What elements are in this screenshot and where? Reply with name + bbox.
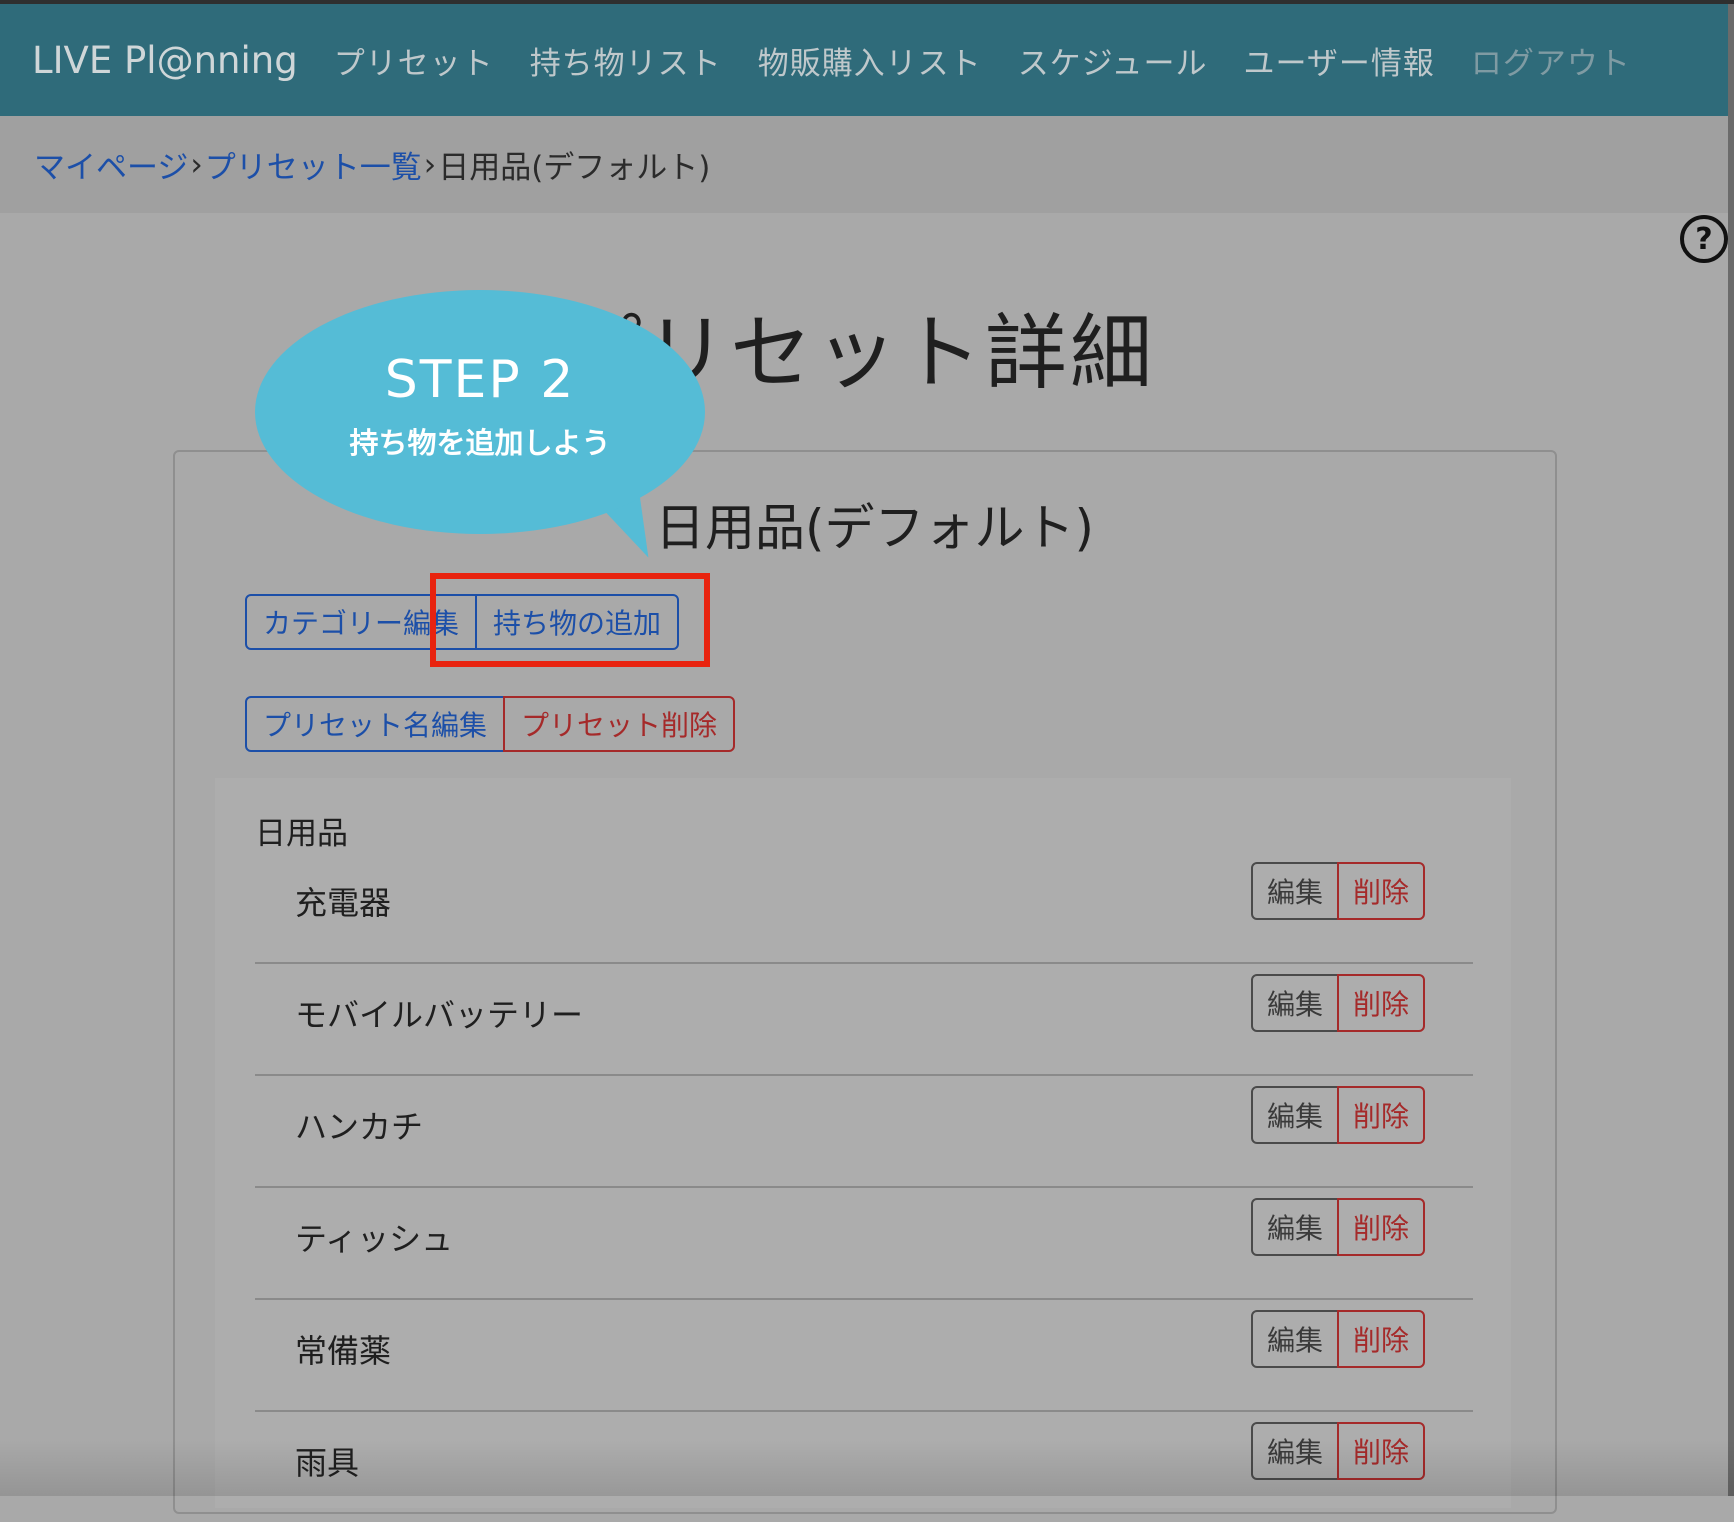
breadcrumb-separator: › — [423, 146, 437, 183]
breadcrumb-separator: › — [190, 146, 203, 183]
breadcrumb-current: 日用品(デフォルト) — [438, 150, 711, 186]
list-item: ハンカチ 編集 削除 — [255, 1074, 1473, 1188]
bottom-fade — [0, 1440, 1734, 1496]
question-circle-icon[interactable]: ? — [1680, 215, 1728, 263]
delete-item-button[interactable]: 削除 — [1337, 862, 1425, 920]
delete-preset-button[interactable]: プリセット削除 — [503, 696, 736, 752]
nav-item-schedule[interactable]: スケジュール — [1018, 38, 1208, 83]
breadcrumb: マイページ › プリセット一覧 › 日用品(デフォルト) — [0, 116, 1728, 213]
nav-item-user-info[interactable]: ユーザー情報 — [1244, 38, 1435, 83]
window-right-edge — [1728, 4, 1734, 1496]
list-item: モバイルバッテリー 編集 削除 — [255, 962, 1473, 1076]
item-name: 常備薬 — [295, 1332, 392, 1370]
item-actions: 編集 削除 — [1251, 1310, 1425, 1368]
item-name: モバイルバッテリー — [295, 996, 584, 1034]
navbar: LIVE Pl@nning プリセット 持ち物リスト 物販購入リスト スケジュー… — [0, 4, 1728, 116]
item-name: ハンカチ — [295, 1108, 424, 1146]
nav-item-preset[interactable]: プリセット — [334, 38, 494, 83]
item-actions: 編集 削除 — [1251, 974, 1425, 1032]
speech-bubble-body: STEP 2 持ち物を追加しよう — [255, 290, 705, 534]
edit-item-button[interactable]: 編集 — [1251, 974, 1339, 1032]
breadcrumb-preset-list-link[interactable]: プリセット一覧 — [205, 142, 422, 187]
preset-name-heading: 日用品(デフォルト) — [655, 499, 1095, 557]
nav-item-merch-list[interactable]: 物販購入リスト — [758, 38, 982, 83]
delete-item-button[interactable]: 削除 — [1337, 1086, 1425, 1144]
breadcrumb-mypage-link[interactable]: マイページ — [34, 142, 188, 187]
tutorial-step-label: STEP 2 — [384, 350, 576, 410]
delete-item-button[interactable]: 削除 — [1337, 1198, 1425, 1256]
delete-item-button[interactable]: 削除 — [1337, 1310, 1425, 1368]
rename-preset-button[interactable]: プリセット名編集 — [245, 696, 506, 752]
nav-item-logout[interactable]: ログアウト — [1471, 38, 1631, 83]
tutorial-message: 持ち物を追加しよう — [349, 426, 611, 460]
edit-item-button[interactable]: 編集 — [1251, 1198, 1339, 1256]
list-item: 充電器 編集 削除 — [255, 850, 1473, 964]
category-panel: 日用品 充電器 編集 削除 モバイルバッテリー 編集 削除 ハンカチ 編集 削除… — [215, 778, 1511, 1508]
edit-item-button[interactable]: 編集 — [1251, 1310, 1339, 1368]
list-item: ティッシュ 編集 削除 — [255, 1186, 1473, 1300]
item-actions: 編集 削除 — [1251, 1086, 1425, 1144]
edit-item-button[interactable]: 編集 — [1251, 862, 1339, 920]
list-item: 常備薬 編集 削除 — [255, 1298, 1473, 1412]
nav-menu: プリセット 持ち物リスト 物販購入リスト スケジュール ユーザー情報 ログアウト — [334, 38, 1667, 83]
edit-item-button[interactable]: 編集 — [1251, 1086, 1339, 1144]
tutorial-highlight-box — [430, 573, 710, 667]
tutorial-speech-bubble: STEP 2 持ち物を追加しよう — [255, 290, 715, 566]
item-actions: 編集 削除 — [1251, 1198, 1425, 1256]
brand-logo[interactable]: LIVE Pl@nning — [32, 39, 298, 82]
category-heading: 日用品 — [255, 816, 348, 852]
item-actions: 編集 削除 — [1251, 862, 1425, 920]
item-name: 充電器 — [295, 884, 392, 922]
preset-action-button-group: プリセット名編集 プリセット削除 — [245, 696, 736, 752]
item-name: ティッシュ — [295, 1220, 454, 1258]
nav-item-belongings-list[interactable]: 持ち物リスト — [530, 38, 722, 83]
delete-item-button[interactable]: 削除 — [1337, 974, 1425, 1032]
